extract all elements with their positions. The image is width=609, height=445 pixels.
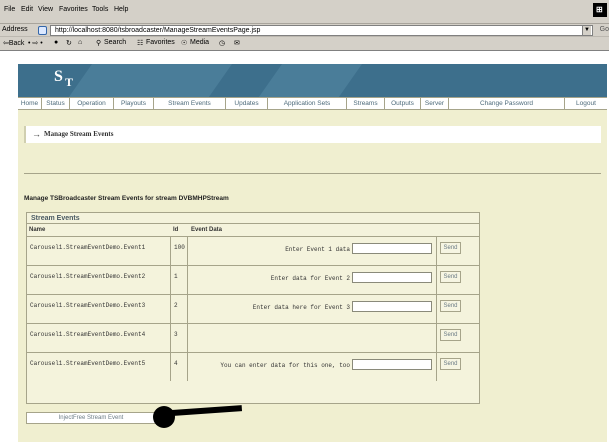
event-name: Carousel1.StreamEventDemo.Event4: [30, 331, 146, 338]
col-header-id: Id: [173, 227, 179, 233]
event-data-label: Enter data for Event 2: [270, 275, 350, 282]
event-data-input[interactable]: [352, 272, 432, 283]
page-caption: Manage TSBroadcaster Stream Events for s…: [24, 195, 229, 202]
nav-bar: Home Status Operation Playouts Stream Ev…: [18, 97, 607, 110]
menu-tools[interactable]: Tools: [92, 6, 108, 13]
banner-stripe: [239, 64, 377, 97]
nav-outputs[interactable]: Outputs: [385, 98, 421, 109]
send-button[interactable]: Send: [440, 329, 461, 341]
menu-help[interactable]: Help: [114, 6, 128, 13]
inject-free-stream-event-button[interactable]: InjectFree Stream Event: [26, 412, 156, 424]
menu-view[interactable]: View: [38, 6, 53, 13]
col-header-name: Name: [29, 227, 46, 233]
send-button[interactable]: Send: [440, 300, 461, 312]
nav-home[interactable]: Home: [18, 98, 42, 109]
address-bar: Address http://localhost:8080/tsbroadcas…: [0, 24, 609, 37]
history-icon[interactable]: ◷: [219, 39, 225, 47]
page-icon: [38, 26, 47, 35]
nav-status[interactable]: Status: [42, 98, 70, 109]
event-id: 1: [174, 273, 178, 280]
menu-bar: File Edit View Favorites Tools Help ⊞: [0, 0, 609, 24]
send-button[interactable]: Send: [440, 358, 461, 370]
favorites-button[interactable]: Favorites: [146, 39, 175, 46]
app-panel: S T Home Status Operation Playouts Strea…: [18, 64, 607, 442]
nav-application-sets[interactable]: Application Sets: [268, 98, 347, 109]
back-button[interactable]: ⇦Back: [3, 39, 24, 47]
event-data-input[interactable]: [352, 243, 432, 254]
browser-window: File Edit View Favorites Tools Help ⊞ Ad…: [0, 0, 609, 445]
event-name: Carousel1.StreamEventDemo.Event2: [30, 273, 146, 280]
event-id: 2: [174, 302, 178, 309]
nav-updates[interactable]: Updates: [226, 98, 268, 109]
forward-arrow-icon[interactable]: • ⇨ •: [28, 39, 43, 47]
header-banner: S T: [18, 64, 607, 97]
nav-server[interactable]: Server: [421, 98, 449, 109]
address-label: Address: [2, 26, 28, 33]
menu-edit[interactable]: Edit: [21, 6, 33, 13]
favorites-icon[interactable]: ☷: [137, 39, 143, 47]
chevron-down-icon[interactable]: ▼: [582, 26, 591, 35]
stream-events-table: Stream Events Name Id Event Data Carouse…: [26, 212, 480, 404]
logo-t: T: [65, 75, 74, 89]
page-content: S T Home Status Operation Playouts Strea…: [10, 52, 609, 445]
event-data-input[interactable]: [352, 359, 432, 370]
event-data-label: Enter Event 1 data: [285, 246, 350, 253]
search-icon[interactable]: ⚲: [96, 39, 101, 47]
media-icon[interactable]: ☉: [181, 39, 187, 47]
table-row: Carousel1.StreamEventDemo.Event1 100 Ent…: [27, 236, 479, 265]
windows-logo-icon: ⊞: [593, 3, 607, 17]
refresh-icon[interactable]: ↻: [66, 39, 72, 47]
divider: [24, 173, 601, 174]
event-name: Carousel1.StreamEventDemo.Event5: [30, 360, 146, 367]
nav-operation[interactable]: Operation: [70, 98, 114, 109]
address-input[interactable]: http://localhost:8080/tsbroadcaster/Mana…: [50, 25, 593, 36]
go-button[interactable]: Go: [600, 26, 609, 33]
event-id: 3: [174, 331, 178, 338]
nav-streams[interactable]: Streams: [347, 98, 385, 109]
table-row: Carousel1.StreamEventDemo.Event3 2 Enter…: [27, 294, 479, 323]
menu-favorites[interactable]: Favorites: [59, 6, 88, 13]
send-button[interactable]: Send: [440, 242, 461, 254]
event-data-label: Enter data here for Event 3: [252, 304, 350, 311]
send-button[interactable]: Send: [440, 271, 461, 283]
stop-icon[interactable]: ●: [54, 39, 58, 46]
col-header-event-data: Event Data: [191, 227, 223, 233]
menu-file[interactable]: File: [4, 6, 15, 13]
event-data-input[interactable]: [352, 301, 432, 312]
nav-playouts[interactable]: Playouts: [114, 98, 154, 109]
event-data-label: You can enter data for this one, too: [220, 362, 350, 369]
section-title: Manage Stream Events: [44, 130, 114, 138]
table-row: Carousel1.StreamEventDemo.Event4 3 Send: [27, 323, 479, 352]
nav-change-password[interactable]: Change Password: [449, 98, 565, 109]
arrow-right-icon: →: [32, 129, 41, 139]
home-icon[interactable]: ⌂: [78, 39, 82, 46]
table-row: Carousel1.StreamEventDemo.Event2 1 Enter…: [27, 265, 479, 294]
event-id: 100: [174, 244, 185, 251]
app-logo: S T: [54, 68, 86, 94]
nav-logout[interactable]: Logout: [565, 98, 607, 109]
table-title: Stream Events: [27, 213, 479, 224]
nav-stream-events[interactable]: Stream Events: [154, 98, 226, 109]
search-button[interactable]: Search: [104, 39, 126, 46]
media-button[interactable]: Media: [190, 39, 209, 46]
section-header: → Manage Stream Events: [24, 126, 601, 143]
browser-toolbar: ⇦Back • ⇨ • ● ↻ ⌂ ⚲ Search ☷ Favorites ☉…: [0, 37, 609, 51]
logo-s: S: [54, 68, 63, 85]
table-row: Carousel1.StreamEventDemo.Event5 4 You c…: [27, 352, 479, 381]
event-name: Carousel1.StreamEventDemo.Event1: [30, 244, 146, 251]
address-url: http://localhost:8080/tsbroadcaster/Mana…: [55, 27, 261, 34]
event-name: Carousel1.StreamEventDemo.Event3: [30, 302, 146, 309]
mail-icon[interactable]: ✉: [234, 39, 240, 47]
event-id: 4: [174, 360, 178, 367]
